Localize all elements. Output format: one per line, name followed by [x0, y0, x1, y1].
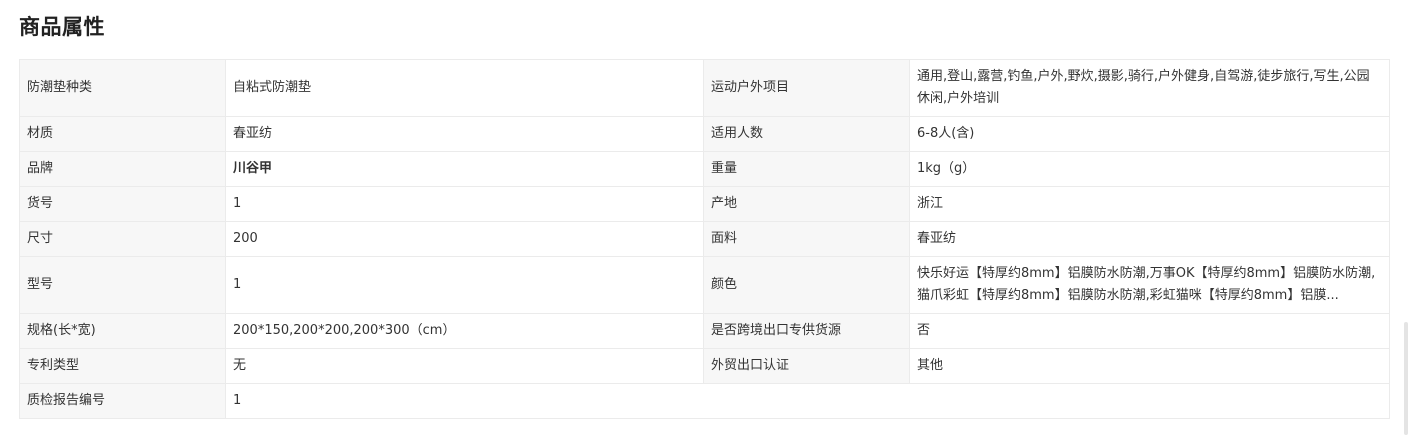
attr-value: 1 — [225, 383, 1390, 419]
attr-key: 型号 — [19, 256, 226, 314]
attr-value: 快乐好运【特厚约8mm】铝膜防水防潮,万事OK【特厚约8mm】铝膜防水防潮,猫爪… — [909, 256, 1390, 314]
table-row: 规格(长*宽) 200*150,200*200,200*300（cm） 是否跨境… — [19, 313, 1390, 349]
attr-value: 否 — [909, 313, 1390, 349]
table-row: 防潮垫种类 自粘式防潮垫 运动户外项目 通用,登山,露营,钓鱼,户外,野炊,摄影… — [19, 59, 1390, 117]
table-row: 专利类型 无 外贸出口认证 其他 — [19, 348, 1390, 384]
attr-value: 春亚纺 — [909, 221, 1390, 257]
attr-value: 6-8人(含) — [909, 116, 1390, 152]
table-row: 尺寸 200 面料 春亚纺 — [19, 221, 1390, 257]
attr-key: 产地 — [703, 186, 910, 222]
attr-value: 1 — [225, 186, 704, 222]
table-row: 货号 1 产地 浙江 — [19, 186, 1390, 222]
table-row: 质检报告编号 1 — [19, 383, 1390, 419]
section-title: 商品属性 — [19, 15, 105, 39]
attr-value: 无 — [225, 348, 704, 384]
attr-key: 尺寸 — [19, 221, 226, 257]
table-row: 型号 1 颜色 快乐好运【特厚约8mm】铝膜防水防潮,万事OK【特厚约8mm】铝… — [19, 256, 1390, 314]
attr-value: 春亚纺 — [225, 116, 704, 152]
attr-value: 1kg（g） — [909, 151, 1390, 187]
attr-key: 是否跨境出口专供货源 — [703, 313, 910, 349]
attr-key: 防潮垫种类 — [19, 59, 226, 117]
attr-value-text: 通用,登山,露营,钓鱼,户外,野炊,摄影,骑行,户外健身,自驾游,徒步旅行,写生… — [917, 69, 1370, 106]
attr-value: 自粘式防潮垫 — [225, 59, 704, 117]
scrollbar[interactable] — [1404, 322, 1408, 435]
attr-key: 颜色 — [703, 256, 910, 314]
brand-value: 川谷甲 — [225, 151, 704, 187]
attr-key: 面料 — [703, 221, 910, 257]
table-row: 品牌 川谷甲 重量 1kg（g） — [19, 151, 1390, 187]
attr-key: 专利类型 — [19, 348, 226, 384]
attr-value: 200*150,200*200,200*300（cm） — [225, 313, 704, 349]
attr-key: 质检报告编号 — [19, 383, 226, 419]
attr-key: 运动户外项目 — [703, 59, 910, 117]
attr-value: 200 — [225, 221, 704, 257]
product-attributes-page: 商品属性 防潮垫种类 自粘式防潮垫 运动户外项目 通用,登山,露营,钓鱼,户外,… — [0, 0, 1408, 435]
attr-key: 适用人数 — [703, 116, 910, 152]
table-row: 材质 春亚纺 适用人数 6-8人(含) — [19, 116, 1390, 152]
attr-key: 外贸出口认证 — [703, 348, 910, 384]
attr-key: 品牌 — [19, 151, 226, 187]
attr-key: 材质 — [19, 116, 226, 152]
attr-value: 1 — [225, 256, 704, 314]
attr-value: 浙江 — [909, 186, 1390, 222]
attr-value: 其他 — [909, 348, 1390, 384]
attr-key: 货号 — [19, 186, 226, 222]
attr-value-text: 快乐好运【特厚约8mm】铝膜防水防潮,万事OK【特厚约8mm】铝膜防水防潮,猫爪… — [917, 266, 1376, 303]
attr-key: 重量 — [703, 151, 910, 187]
attr-value: 通用,登山,露营,钓鱼,户外,野炊,摄影,骑行,户外健身,自驾游,徒步旅行,写生… — [909, 59, 1390, 117]
attributes-table: 防潮垫种类 自粘式防潮垫 运动户外项目 通用,登山,露营,钓鱼,户外,野炊,摄影… — [19, 59, 1390, 419]
attr-key: 规格(长*宽) — [19, 313, 226, 349]
